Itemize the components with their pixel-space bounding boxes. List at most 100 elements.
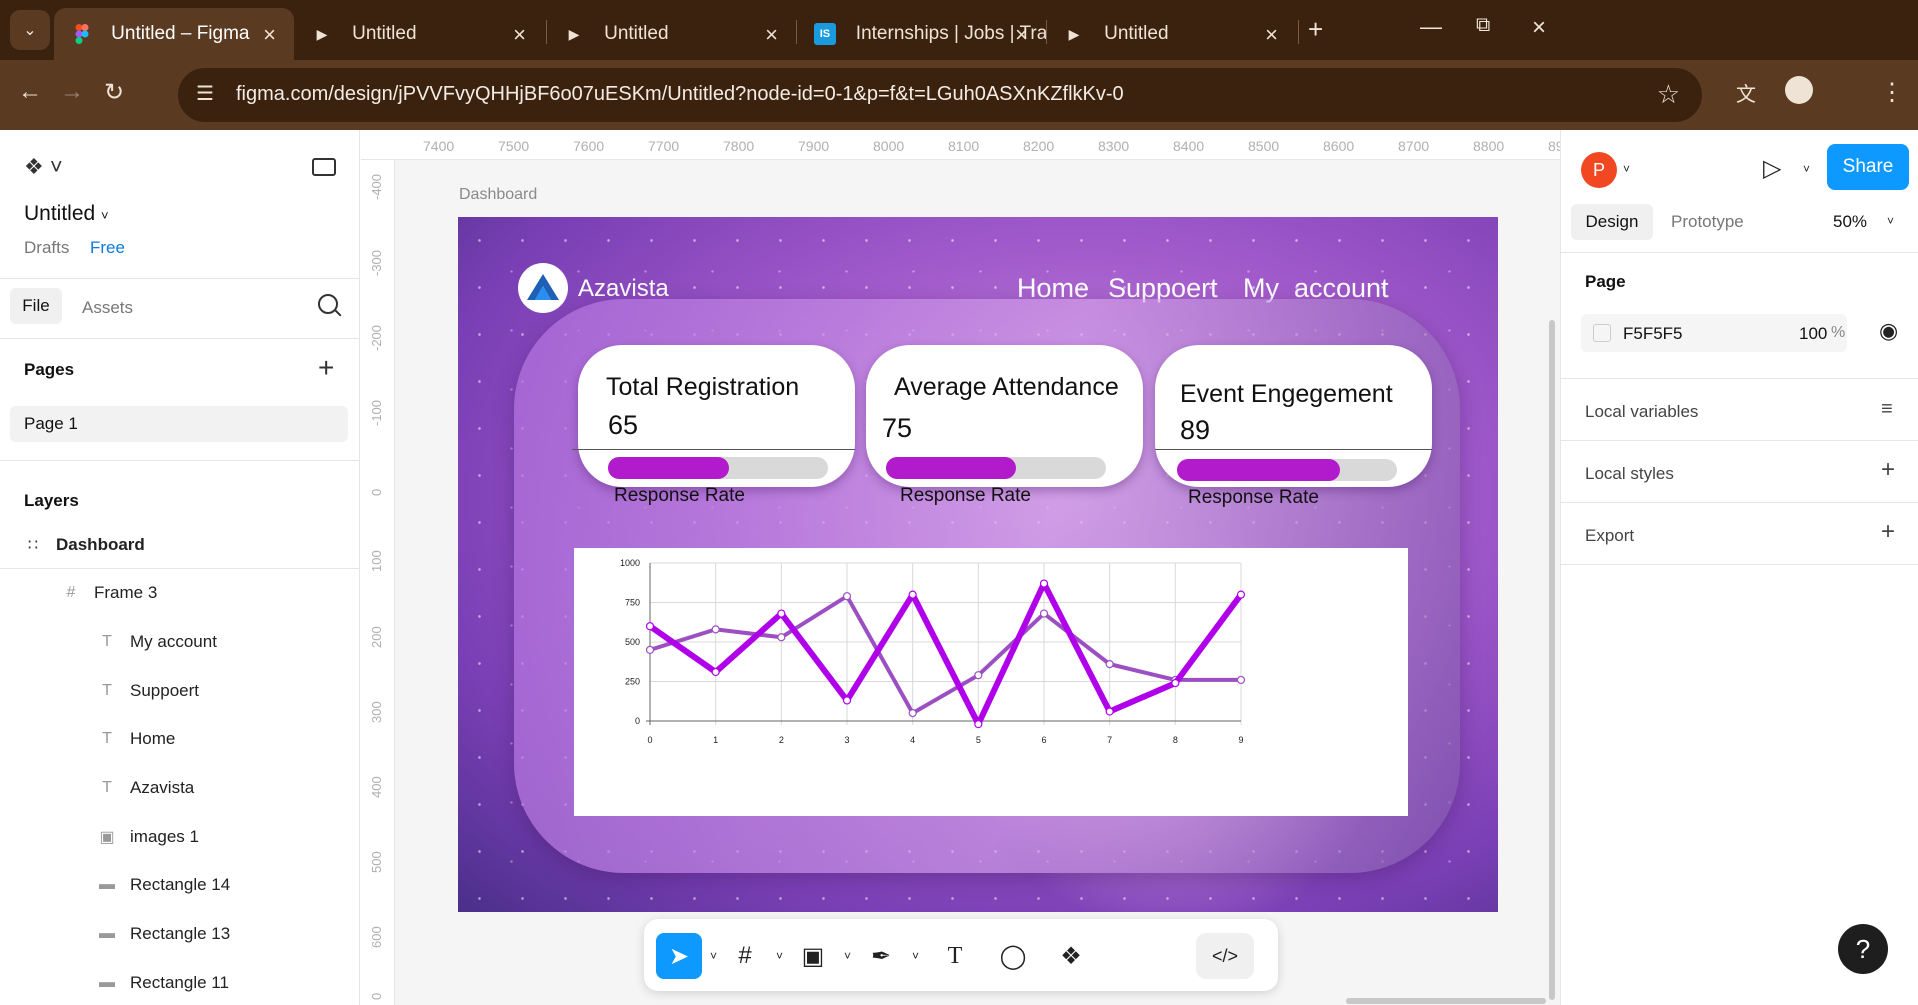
share-button[interactable]: Share <box>1827 144 1909 190</box>
layer-label: Azavista <box>130 778 195 797</box>
more-menu-icon[interactable]: ⋮ <box>1880 78 1904 107</box>
restore-icon[interactable]: ⧉ <box>1476 14 1490 37</box>
variables-sliders-icon[interactable]: ≡ <box>1881 398 1893 421</box>
pen-icon[interactable]: ✒ <box>858 933 904 979</box>
move-icon[interactable]: ➤ <box>656 933 702 979</box>
layer-rectangle-13[interactable]: ▬ Rectangle 13 <box>94 919 230 949</box>
tab-design[interactable]: Design <box>1571 204 1653 240</box>
layer-my-account[interactable]: T My account <box>94 627 217 657</box>
data-point <box>1039 609 1049 618</box>
search-icon[interactable] <box>318 294 338 314</box>
close-icon[interactable]: × <box>263 22 276 48</box>
file-title[interactable]: Untitled ˅ <box>24 202 109 226</box>
x-tick-label: 8 <box>1173 735 1178 745</box>
ruler-tick: 400 <box>369 776 384 798</box>
layer-home[interactable]: T Home <box>94 724 175 754</box>
chevron-down-icon[interactable]: ˅ <box>1887 214 1894 228</box>
chevron-down-icon[interactable]: ˅ <box>776 949 783 963</box>
data-point <box>777 609 786 618</box>
minimize-icon[interactable]: — <box>1420 14 1442 40</box>
add-page-icon[interactable]: + <box>318 352 334 384</box>
reload-icon[interactable]: ↻ <box>104 78 124 107</box>
frame-icon[interactable]: # <box>722 933 768 979</box>
help-button[interactable]: ? <box>1838 924 1888 974</box>
chevron-down-icon[interactable]: ˅ <box>710 949 717 963</box>
avatar[interactable]: P <box>1581 152 1617 188</box>
tab-figma[interactable]: Untitled – Figma × <box>54 8 294 60</box>
layer-dashboard[interactable]: ∷ Dashboard <box>20 530 145 560</box>
present-play-icon[interactable]: ▷ <box>1763 154 1781 183</box>
new-tab-icon[interactable]: + <box>1308 14 1323 45</box>
text-tool-icon[interactable]: T <box>932 933 978 979</box>
tab-assets[interactable]: Assets <box>82 298 133 318</box>
figma-menu-icon[interactable]: ❖ ˅ <box>24 154 63 180</box>
chevron-down-icon[interactable]: ˅ <box>1623 162 1630 176</box>
tab-untitled-1[interactable]: ▶ Untitled × <box>294 8 544 60</box>
layer-suppoert[interactable]: T Suppoert <box>94 676 199 706</box>
close-icon[interactable]: × <box>765 22 778 48</box>
window-close-icon[interactable]: × <box>1532 14 1546 42</box>
background-hex[interactable]: F5F5F5 <box>1623 324 1683 344</box>
profile-icon[interactable] <box>1785 76 1813 104</box>
x-tick-label: 0 <box>647 735 652 745</box>
color-swatch[interactable] <box>1593 324 1611 342</box>
browser-toolbar: ← → ↻ ☰ figma.com/design/jPVVFvyQHHjBF6o… <box>0 60 1918 130</box>
tab-search-chevron-icon[interactable]: ⌄ <box>10 10 50 50</box>
ruler-tick: 7500 <box>498 138 530 154</box>
layer-frame-3[interactable]: # Frame 3 <box>58 578 158 608</box>
layer-label: Frame 3 <box>94 583 158 602</box>
layer-images-1[interactable]: ▣ images 1 <box>94 822 199 852</box>
zoom-level[interactable]: 50% <box>1833 212 1867 232</box>
add-style-icon[interactable]: + <box>1881 456 1895 484</box>
divider <box>0 338 360 339</box>
data-point <box>711 625 720 634</box>
tab-untitled-2[interactable]: ▶ Untitled × <box>546 8 796 60</box>
address-bar[interactable]: ☰ figma.com/design/jPVVFvyQHHjBF6o07uESK… <box>178 68 1702 122</box>
eye-icon[interactable]: ◉ <box>1879 318 1898 344</box>
components-icon[interactable]: ❖ <box>1048 933 1094 979</box>
add-export-icon[interactable]: + <box>1881 518 1895 546</box>
comment-icon[interactable]: ◯ <box>990 933 1036 979</box>
close-icon[interactable]: × <box>1265 22 1278 48</box>
dev-mode-icon[interactable]: </> <box>1196 933 1254 979</box>
forward-icon[interactable]: → <box>60 78 84 106</box>
stat-value: 75 <box>882 413 913 443</box>
image-tool-icon[interactable]: ▣ <box>790 933 836 979</box>
dashboard-frame[interactable]: Azavista Home Suppoert My account Total … <box>458 217 1498 912</box>
vertical-scrollbar[interactable] <box>1549 320 1555 1000</box>
export-label[interactable]: Export <box>1585 526 1634 546</box>
close-icon[interactable]: × <box>1015 22 1028 48</box>
page-background-field[interactable]: F5F5F5 100 % <box>1581 314 1847 352</box>
drafts-link[interactable]: Drafts <box>24 238 69 258</box>
close-icon[interactable]: × <box>513 22 526 48</box>
plan-badge[interactable]: Free <box>90 238 125 258</box>
chevron-down-icon[interactable]: ˅ <box>844 949 851 963</box>
design-canvas[interactable]: 7400 7500 7600 7700 7800 7900 8000 8100 … <box>361 130 1560 1005</box>
page-item[interactable]: Page 1 <box>10 406 348 442</box>
tab-file[interactable]: File <box>10 288 62 324</box>
ruler-tick: 8600 <box>1323 138 1355 154</box>
local-variables-label[interactable]: Local variables <box>1585 402 1698 422</box>
chevron-down-icon[interactable]: ˅ <box>1803 162 1810 176</box>
layer-rectangle-11[interactable]: ▬ Rectangle 11 <box>94 968 229 998</box>
horizontal-scrollbar[interactable] <box>1346 998 1546 1004</box>
sidebar-toggle-icon[interactable] <box>312 158 336 176</box>
local-styles-label[interactable]: Local styles <box>1585 464 1674 484</box>
divider <box>0 460 360 461</box>
chevron-down-icon[interactable]: ˅ <box>912 949 919 963</box>
frame-group-icon: ∷ <box>27 537 39 554</box>
translate-icon[interactable]: 文 <box>1736 78 1756 107</box>
back-icon[interactable]: ← <box>18 78 42 106</box>
layer-rectangle-14[interactable]: ▬ Rectangle 14 <box>94 870 230 900</box>
background-opacity[interactable]: 100 <box>1799 324 1827 344</box>
data-point <box>842 696 852 705</box>
frame-label[interactable]: Dashboard <box>459 186 537 204</box>
left-ruler: -400 -300 -200 -100 0 100 200 300 400 50… <box>361 160 395 1005</box>
layer-azavista[interactable]: T Azavista <box>94 773 194 803</box>
url-text[interactable]: figma.com/design/jPVVFvyQHHjBF6o07uESKm/… <box>236 83 1124 106</box>
site-settings-icon[interactable]: ☰ <box>196 81 214 106</box>
bookmark-star-icon[interactable]: ☆ <box>1657 79 1680 110</box>
tab-internships[interactable]: IS Internships | Jobs | Training × <box>796 8 1046 60</box>
tab-untitled-3[interactable]: ▶ Untitled × <box>1046 8 1296 60</box>
tab-prototype[interactable]: Prototype <box>1671 212 1744 232</box>
